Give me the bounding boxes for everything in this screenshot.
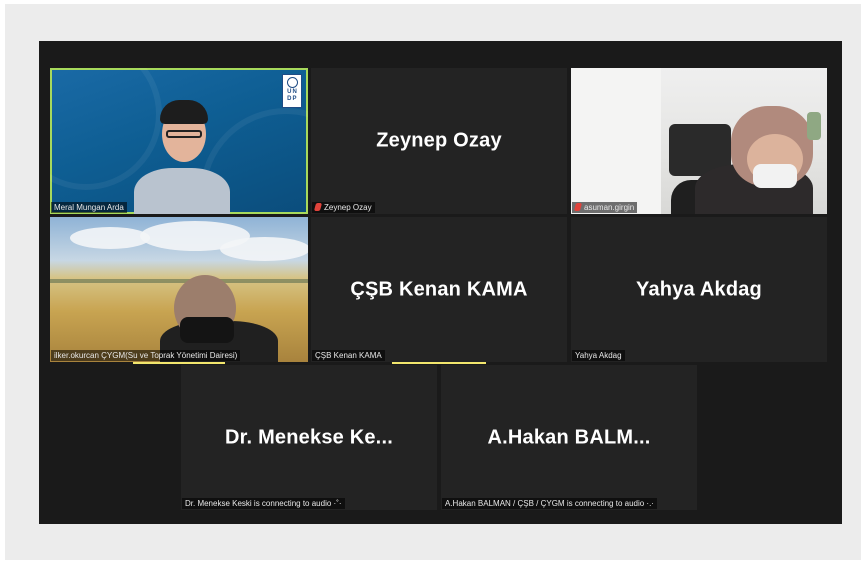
participant-name-label: Yahya Akdag — [572, 350, 625, 361]
video-tile-menekse[interactable]: Dr. Menekse Ke... Dr. Menekse Keski is c… — [181, 365, 437, 510]
microphone-muted-icon — [313, 203, 323, 211]
participant-name-label: Zeynep Ozay — [312, 202, 375, 213]
face-mask — [180, 317, 234, 343]
video-tile-meral[interactable]: U N D P Meral Mungan Arda — [50, 68, 308, 214]
video-tile-hakan[interactable]: A.Hakan BALM... A.Hakan BALMAN / ÇŞB / Ç… — [441, 365, 697, 510]
video-tile-ilker[interactable]: ilker.okurcan ÇYGM(Su ve Toprak Yönetimi… — [50, 217, 308, 362]
participant-display-name: Yahya Akdag — [636, 278, 762, 300]
participant-name-label: ÇŞB Kenan KAMA — [312, 350, 385, 361]
video-tile-yahya[interactable]: Yahya Akdag Yahya Akdag — [571, 217, 827, 362]
participant-name-label: ilker.okurcan ÇYGM(Su ve Toprak Yönetimi… — [51, 350, 241, 361]
undp-logo: U N D P — [282, 74, 302, 108]
video-tile-asuman[interactable]: asuman.girgin — [571, 68, 827, 214]
participant-display-name: Zeynep Ozay — [376, 129, 502, 152]
participant-display-name: Dr. Menekse Ke... — [225, 426, 393, 448]
participant-name-label: Dr. Menekse Keski is connecting to audio… — [182, 498, 345, 509]
video-tile-zeynep[interactable]: Zeynep Ozay Zeynep Ozay — [311, 68, 567, 214]
participant-display-name: A.Hakan BALM... — [487, 426, 651, 448]
microphone-muted-icon — [573, 203, 583, 211]
participant-name-label: A.Hakan BALMAN / ÇŞB / ÇYGM is connectin… — [442, 498, 657, 509]
video-tile-kenan[interactable]: ÇŞB Kenan KAMA ÇŞB Kenan KAMA — [311, 217, 567, 362]
speaking-indicator — [392, 362, 486, 364]
speaking-indicator — [133, 362, 225, 364]
participant-name-label: Meral Mungan Arda — [51, 202, 127, 213]
participant-display-name: ÇŞB Kenan KAMA — [350, 278, 528, 300]
zoom-gallery-view: U N D P Meral Mungan Arda Zeynep Ozay Ze… — [39, 41, 842, 524]
participant-name-label: asuman.girgin — [572, 202, 638, 213]
face-mask — [753, 164, 797, 188]
person-body — [134, 168, 230, 214]
